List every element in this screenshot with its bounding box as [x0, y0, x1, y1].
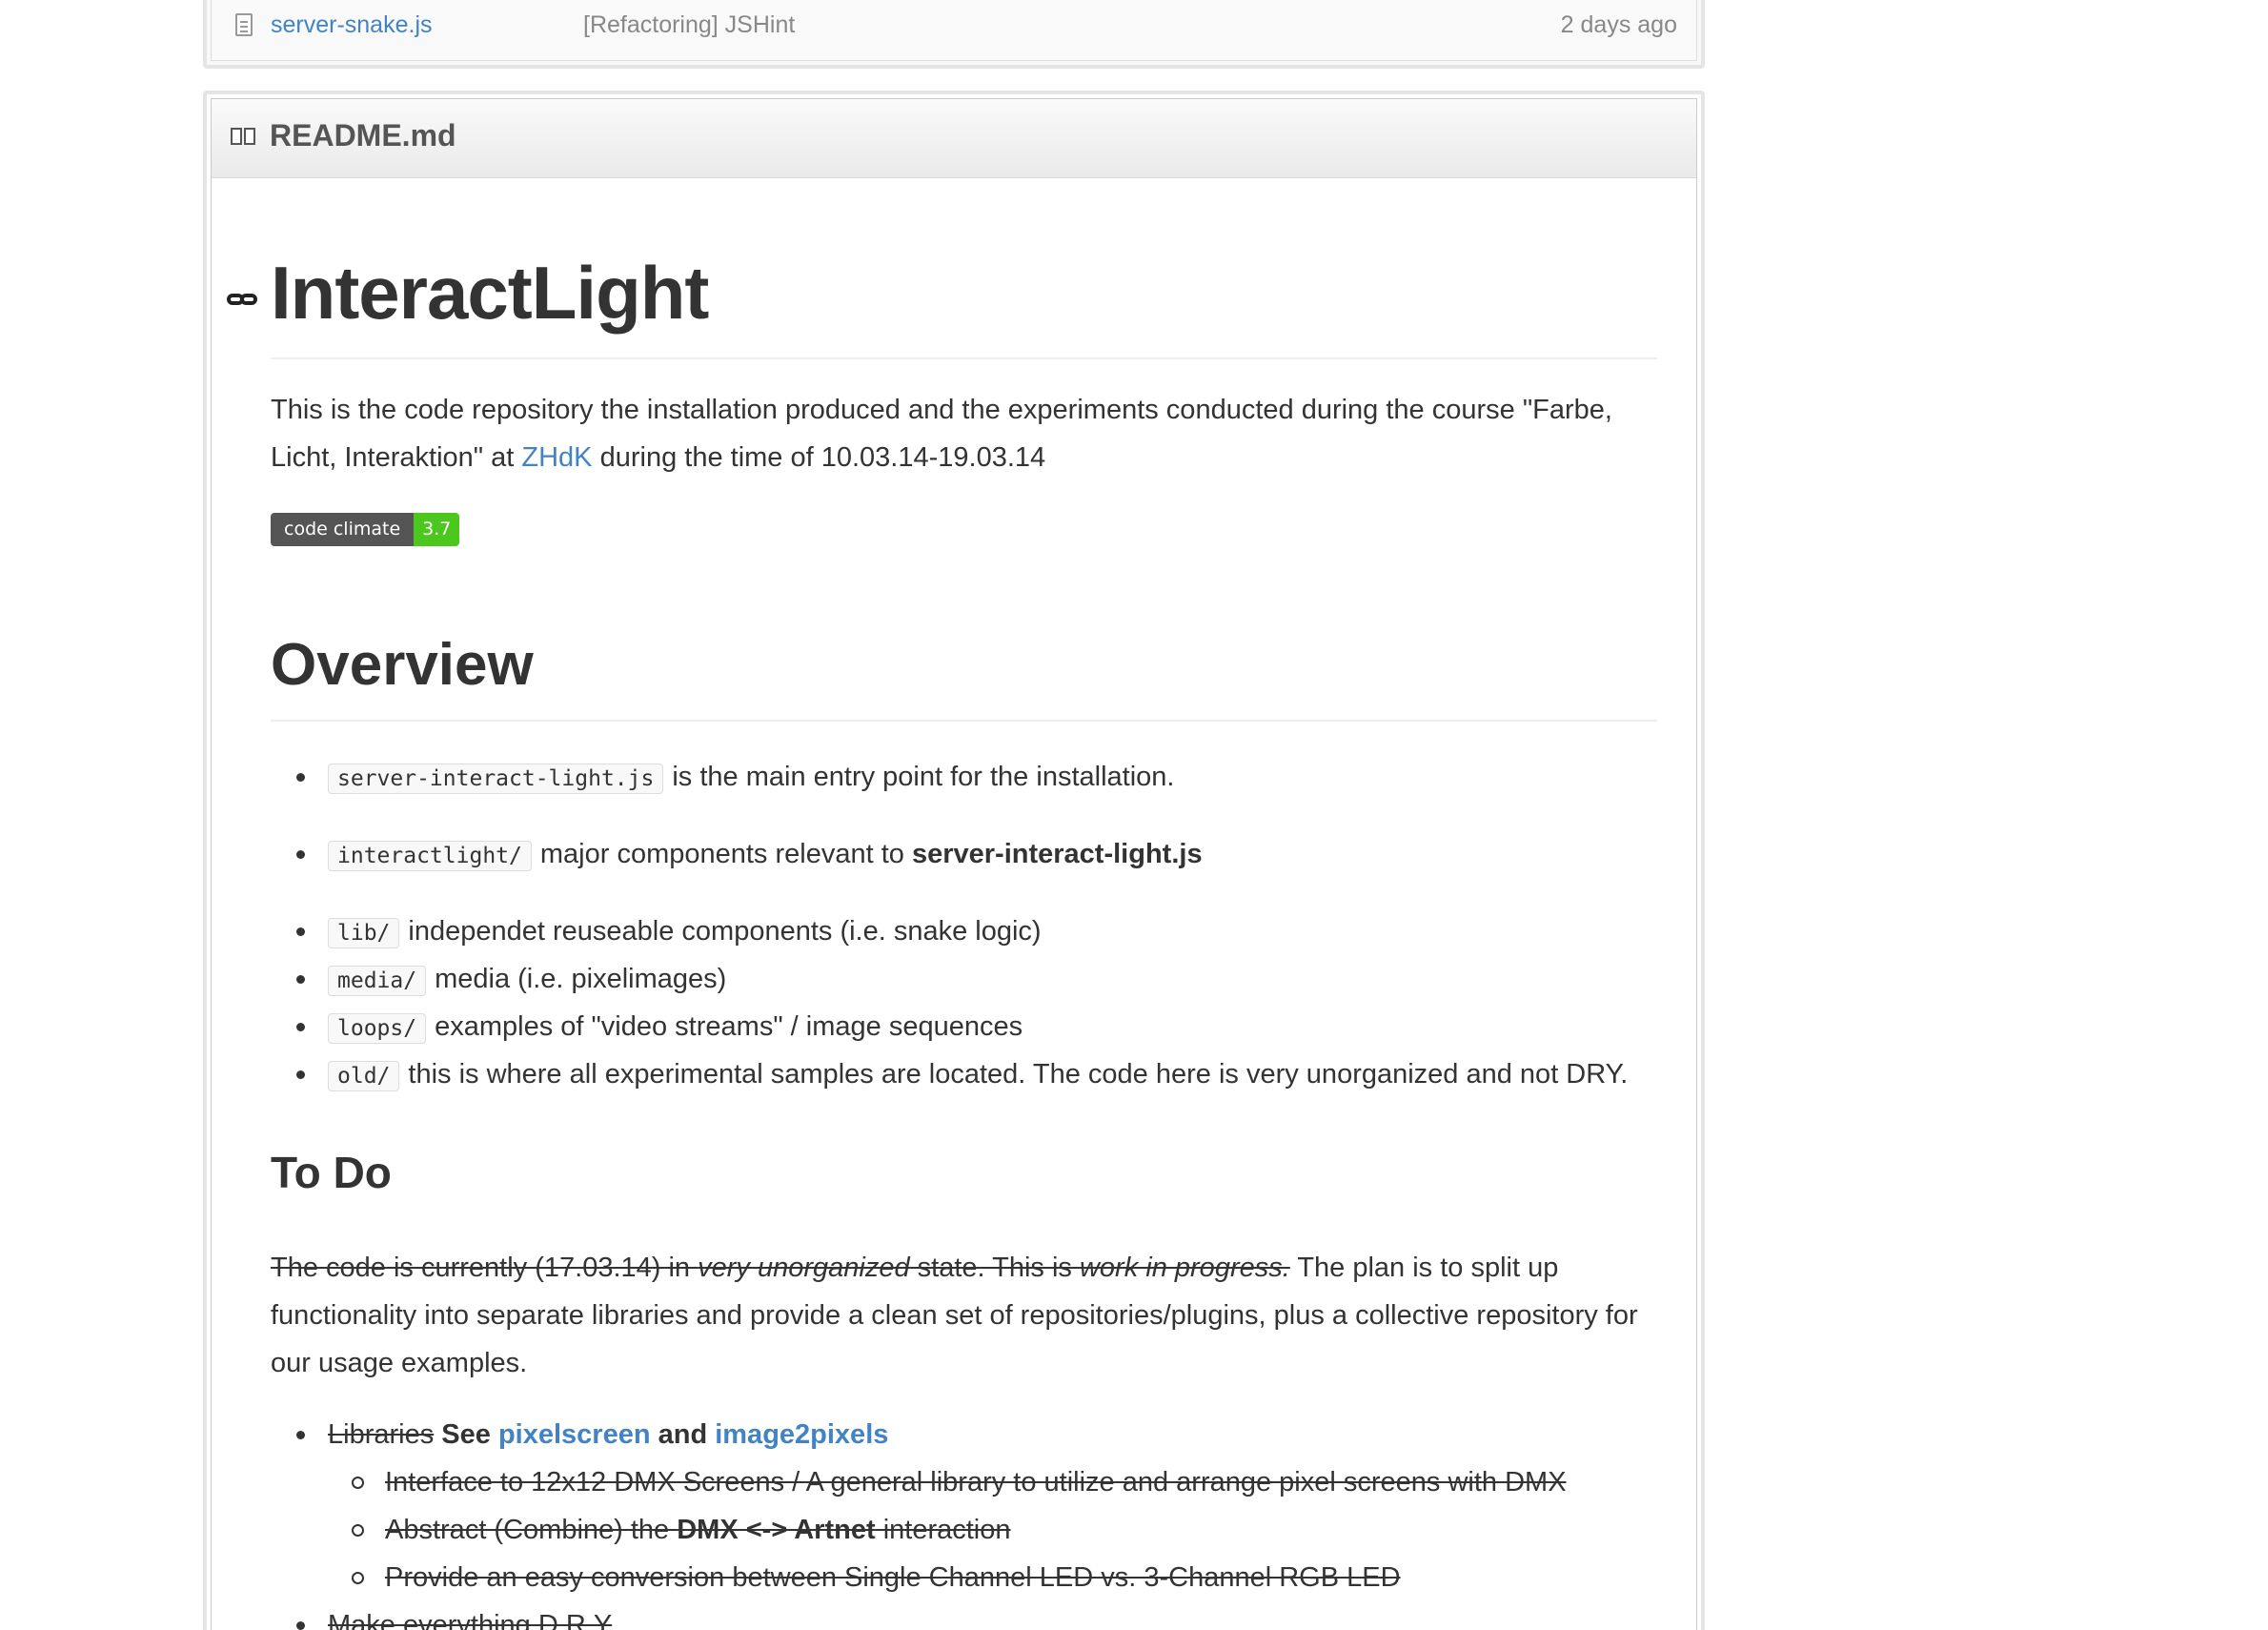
list-item: old/this is where all experimental sampl… [271, 1050, 1681, 1098]
struck-text: Make everything D.R.Y [328, 1610, 613, 1630]
title-divider [271, 357, 1657, 359]
list-item-bold: server-interact-light.js [911, 839, 1203, 869]
list-item-text: media (i.e. pixelimages) [435, 964, 727, 994]
overview-divider [271, 720, 1657, 722]
todo-list: Libraries See pixelscreen and image2pixe… [271, 1411, 1681, 1458]
readme-body: InteractLight This is the code repositor… [227, 0, 1662, 1630]
page-title: InteractLight [271, 251, 709, 335]
pixelscreen-link[interactable]: pixelscreen [498, 1419, 651, 1450]
todo-sub-item: Provide an easy conversion between Singl… [328, 1554, 1662, 1601]
code-climate-badge[interactable]: code climate 3.7 [271, 513, 460, 546]
inline-code: media/ [328, 966, 427, 996]
list-item: server-interact-light.js is the main entr… [271, 753, 1681, 801]
struck-text: Libraries [328, 1419, 435, 1450]
todo-paragraph: The code is currently (17.03.14) in very… [271, 1244, 1662, 1387]
image2pixels-link[interactable]: image2pixels [715, 1419, 888, 1450]
file-icon [235, 13, 253, 36]
list-item-text: independet reuseable components (i.e. sn… [408, 916, 1042, 947]
todo-list-continued: Make everything D.R.Y [271, 1601, 1681, 1630]
list-item: lib/independet reuseable components (i.e… [271, 907, 1681, 955]
overview-list: server-interact-light.js is the main entr… [271, 753, 1681, 1098]
and-label: and [650, 1419, 716, 1450]
list-item-text: is the main entry point for the installa… [672, 762, 1175, 792]
badge-label: code climate [271, 513, 415, 546]
todo-item-libraries: Libraries See pixelscreen and image2pixe… [271, 1411, 1681, 1458]
struck-text: The code is currently (17.03.14) in very… [271, 1253, 1290, 1283]
todo-heading: To Do [271, 1148, 392, 1197]
list-item: media/media (i.e. pixelimages) [271, 955, 1681, 1003]
zhdk-link[interactable]: ZHdK [521, 442, 592, 473]
list-item-text: major components relevant to [539, 839, 912, 869]
inline-code: server-interact-light.js [328, 764, 664, 794]
todo-item-dry: Make everything D.R.Y [271, 1601, 1681, 1630]
intro-text-after: during the time of 10.03.14-19.03.14 [592, 442, 1046, 473]
list-item: interactlight/major components relevant … [271, 830, 1681, 878]
see-label: See [434, 1419, 498, 1450]
book-icon [231, 128, 257, 147]
overview-heading: Overview [271, 632, 534, 698]
todo-sub-item: Interface to 12x12 DMX Screens / A gener… [328, 1458, 1662, 1506]
badge-value: 3.7 [414, 513, 460, 546]
page: server-snake.js [Refactoring] JSHint 2 d… [0, 0, 2268, 1630]
todo-sub-item: Abstract (Combine) the DMX <-> Artnet in… [328, 1506, 1662, 1554]
struck-text: Interface to 12x12 DMX Screens / A gener… [385, 1467, 1567, 1498]
list-item-text: this is where all experimental samples a… [408, 1059, 1629, 1090]
inline-code: loops/ [328, 1013, 427, 1044]
intro-paragraph: This is the code repository the installa… [271, 386, 1662, 481]
todo-sub-list: Interface to 12x12 DMX Screens / A gener… [328, 1458, 1662, 1601]
struck-text: Provide an easy conversion between Singl… [385, 1562, 1401, 1593]
list-item-text: examples of "video streams" / image sequ… [435, 1011, 1023, 1042]
struck-text: Abstract (Combine) the DMX <-> Artnet in… [385, 1515, 1011, 1545]
inline-code: interactlight/ [328, 841, 532, 871]
title-anchor-icon[interactable] [227, 292, 259, 309]
list-item: loops/examples of "video streams" / imag… [271, 1003, 1681, 1050]
inline-code: lib/ [328, 918, 400, 948]
inline-code: old/ [328, 1061, 400, 1091]
